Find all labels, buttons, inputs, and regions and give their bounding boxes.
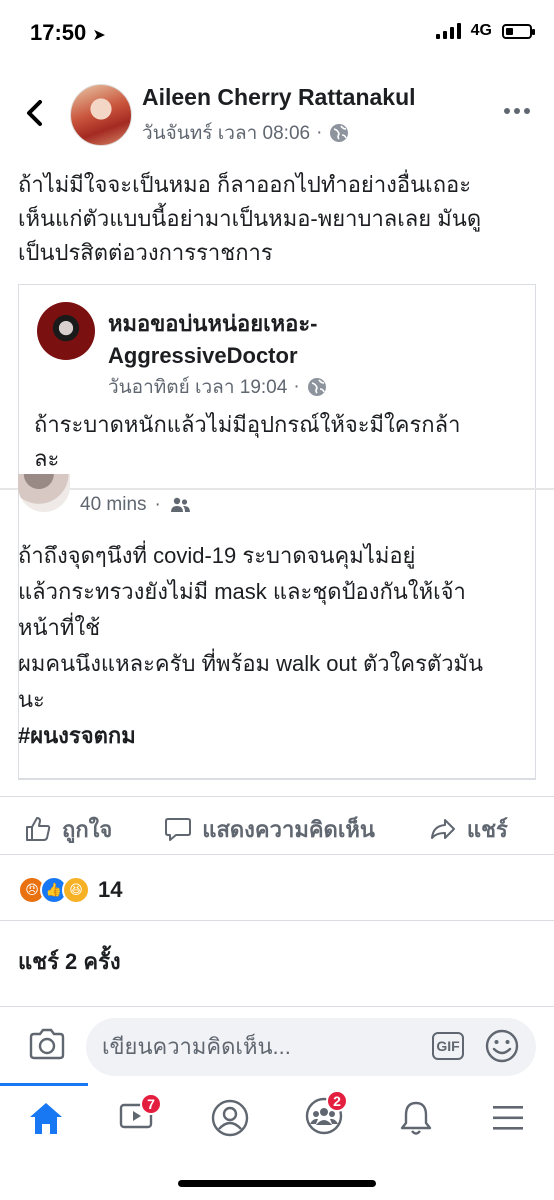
inner-post-time: 40 mins — [80, 494, 147, 515]
comment-button[interactable]: แสดงความคิดเห็น — [164, 812, 375, 847]
dot-separator: · — [154, 494, 161, 515]
home-indicator — [178, 1180, 376, 1187]
post-meta: วันจันทร์ เวลา 08:06 · — [142, 118, 350, 148]
status-time-text: 17:50 — [30, 20, 87, 45]
globe-icon — [307, 378, 326, 396]
tab-watch[interactable]: 7 — [114, 1092, 162, 1142]
groups-badge: 2 — [326, 1089, 348, 1112]
bell-icon — [400, 1101, 432, 1135]
hashtag-link[interactable]: #ผนงรจตกม — [18, 718, 538, 754]
share-button[interactable]: แชร์ — [429, 812, 508, 847]
friends-icon — [170, 497, 190, 512]
divider — [0, 796, 554, 797]
page-name-line: หมอขอบ่นหน่อยเหอะ- — [108, 311, 318, 336]
camera-glyph — [29, 1028, 65, 1060]
shared-text-line: ละ — [34, 446, 60, 471]
dot-separator: · — [316, 122, 323, 143]
inner-text-line: หน้าที่ใช้ — [18, 615, 101, 640]
haha-reaction-icon: 😆 — [62, 876, 90, 904]
share-count[interactable]: แชร์ 2 ครั้ง — [18, 944, 121, 979]
back-button[interactable] — [22, 96, 48, 130]
status-indicators: 4G — [435, 22, 535, 40]
shared-time[interactable]: วันอาทิตย์ เวลา 19:04 — [108, 372, 287, 402]
location-arrow-icon: ➤ — [92, 27, 106, 44]
inner-post-meta: 40 mins · — [80, 494, 191, 516]
post-text-line: เป็นปรสิตต่อวงการราชการ — [18, 240, 273, 265]
inner-post-text: ถ้าถึงจุดๆนึงที่ covid-19 ระบาดจนคุมไม่อ… — [18, 538, 538, 754]
watch-badge: 7 — [140, 1092, 162, 1115]
like-button[interactable]: ถูกใจ — [24, 812, 112, 847]
shared-text-line: ถ้าระบาดหนักแล้วไม่มีอุปกรณ์ให้จะมีใครกล… — [34, 412, 461, 437]
share-arrow-icon — [430, 819, 455, 839]
inner-text-line: แล้วกระทรวงยังไม่มี mask และชุดป้องกันให… — [18, 579, 466, 604]
status-time: 17:50 ➤ — [30, 20, 106, 46]
card-bottom-border — [18, 778, 536, 780]
tab-groups[interactable]: 2 — [300, 1089, 348, 1142]
page-name-line: AggressiveDoctor — [108, 343, 298, 368]
inner-text-line: ผมคนนึงแหละครับ ที่พร้อม walk out ตัวใคร… — [18, 651, 484, 676]
inner-text-line: นะ — [18, 687, 45, 712]
like-label: ถูกใจ — [62, 816, 113, 842]
post-text-line: เห็นแก่ตัวแบบนี้อย่ามาเป็นหมอ-พยาบาลเลย … — [18, 206, 482, 231]
emoji-icon[interactable] — [484, 1028, 520, 1069]
thumbs-up-icon — [26, 817, 51, 841]
battery-icon — [502, 23, 535, 39]
post-time[interactable]: วันจันทร์ เวลา 08:06 — [142, 118, 310, 148]
divider — [0, 854, 554, 855]
signal-icon — [435, 23, 461, 39]
reactions-summary[interactable]: 😠 👍 😆 14 — [18, 876, 122, 904]
shared-meta: วันอาทิตย์ เวลา 19:04 · — [108, 372, 328, 402]
tab-home[interactable] — [22, 1094, 70, 1142]
reaction-count: 14 — [98, 877, 123, 902]
more-options-button[interactable] — [504, 108, 532, 118]
shared-page-name[interactable]: หมอขอบ่นหน่อยเหอะ- AggressiveDoctor — [108, 308, 508, 372]
post-text-line: ถ้าไม่มีใจจะเป็นหมอ ก็ลาออกไปทำอย่างอื่น… — [18, 172, 472, 197]
hamburger-menu-icon — [493, 1106, 523, 1130]
tab-menu[interactable] — [484, 1094, 532, 1142]
network-label: 4G — [470, 22, 492, 39]
author-name[interactable]: Aileen Cherry Rattanakul — [142, 84, 416, 111]
back-chevron-icon — [27, 100, 42, 126]
camera-icon[interactable] — [28, 1028, 66, 1067]
share-label: แชร์ — [466, 816, 508, 842]
profile-icon — [211, 1099, 249, 1137]
gif-button[interactable]: GIF — [432, 1032, 464, 1060]
author-avatar[interactable] — [70, 84, 132, 146]
post-text: ถ้าไม่มีใจจะเป็นหมอ ก็ลาออกไปทำอย่างอื่น… — [18, 168, 538, 270]
home-icon — [30, 1103, 62, 1134]
globe-icon — [330, 124, 349, 142]
shared-text: ถ้าระบาดหนักแล้วไม่มีอุปกรณ์ให้จะมีใครกล… — [34, 408, 514, 476]
action-bar: ถูกใจ แสดงความคิดเห็น แชร์ — [0, 808, 554, 850]
tab-profile[interactable] — [206, 1094, 254, 1142]
active-tab-indicator — [0, 1083, 88, 1086]
smile-glyph — [485, 1029, 519, 1063]
divider — [0, 920, 554, 921]
shared-page-avatar[interactable] — [37, 302, 95, 360]
comment-input[interactable] — [86, 1018, 536, 1076]
inner-text-line: ถ้าถึงจุดๆนึงที่ covid-19 ระบาดจนคุมไม่อ… — [18, 543, 416, 568]
tab-notifications[interactable] — [392, 1094, 440, 1142]
screenshot-seam — [0, 488, 554, 490]
bottom-tab-bar — [0, 1086, 554, 1156]
comment-bubble-icon — [165, 818, 192, 841]
comment-label: แสดงความคิดเห็น — [202, 816, 375, 842]
dot-separator: · — [293, 376, 300, 397]
